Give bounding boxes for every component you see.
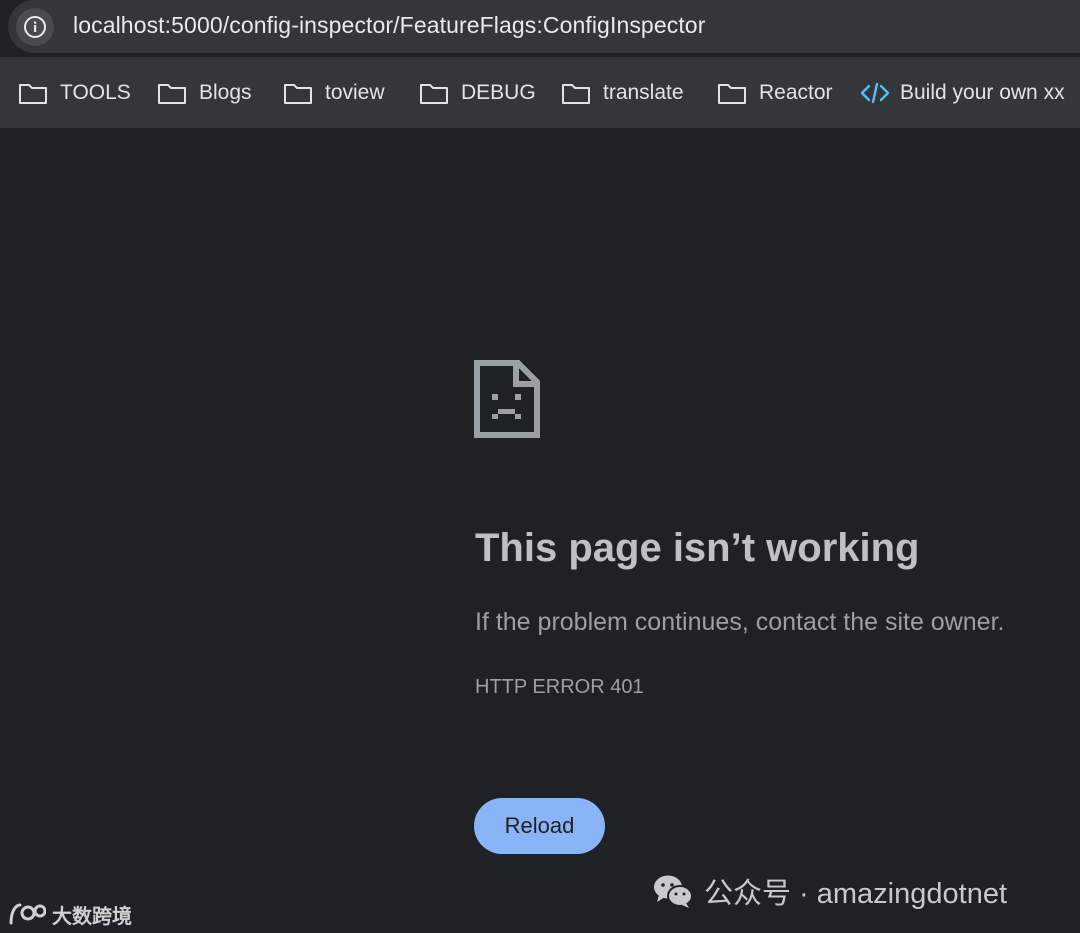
bookmark-toview[interactable]: toview bbox=[283, 77, 385, 109]
watermark-text: 公众号 · amazingdotnet bbox=[704, 878, 1008, 910]
wechat-icon bbox=[654, 875, 693, 908]
bookmark-debug[interactable]: DEBUG bbox=[419, 77, 536, 109]
url-text[interactable]: localhost:5000/config-inspector/FeatureF… bbox=[73, 12, 705, 39]
error-message: If the problem continues, contact the si… bbox=[475, 608, 1005, 636]
folder-icon bbox=[562, 84, 590, 104]
folder-icon bbox=[284, 84, 312, 104]
bookmark-build-your-own[interactable]: Build your own xx bbox=[860, 77, 1065, 109]
bookmark-label: Build your own xx bbox=[900, 81, 1065, 104]
error-page: This page isn’t working If the problem c… bbox=[0, 128, 1080, 933]
brand-watermark: 大数跨境 bbox=[8, 898, 132, 930]
bookmark-label: DEBUG bbox=[461, 81, 536, 104]
bookmark-blogs[interactable]: Blogs bbox=[157, 77, 252, 109]
bookmark-translate[interactable]: translate bbox=[561, 77, 684, 109]
address-bar: localhost:5000/config-inspector/FeatureF… bbox=[0, 0, 1080, 57]
bookmark-label: translate bbox=[603, 81, 684, 104]
folder-icon bbox=[718, 84, 746, 104]
watermark-text: 大数跨境 bbox=[52, 905, 132, 928]
wechat-watermark: 公众号 · amazingdotnet bbox=[652, 866, 1007, 916]
bookmarks-bar: TOOLS Blogs toview DEBUG translate React… bbox=[0, 57, 1080, 129]
code-icon bbox=[860, 82, 890, 104]
reload-button[interactable]: Reload bbox=[474, 798, 605, 854]
error-code: HTTP ERROR 401 bbox=[475, 676, 644, 698]
folder-icon bbox=[420, 84, 448, 104]
browser-window: localhost:5000/config-inspector/FeatureF… bbox=[0, 0, 1080, 933]
sad-page-icon bbox=[474, 360, 540, 438]
bookmark-tools[interactable]: TOOLS bbox=[18, 77, 131, 109]
bookmark-label: Reactor bbox=[759, 81, 833, 104]
folder-icon bbox=[19, 84, 47, 104]
bookmark-reactor[interactable]: Reactor bbox=[717, 77, 833, 109]
bookmark-label: toview bbox=[325, 81, 385, 104]
error-title: This page isn’t working bbox=[475, 526, 920, 570]
folder-icon bbox=[158, 84, 186, 104]
omnibox[interactable]: localhost:5000/config-inspector/FeatureF… bbox=[8, 0, 1080, 53]
bookmark-label: TOOLS bbox=[60, 81, 131, 104]
info-icon[interactable] bbox=[16, 8, 54, 46]
brand-logo-icon bbox=[9, 903, 46, 925]
bookmark-label: Blogs bbox=[199, 81, 252, 104]
